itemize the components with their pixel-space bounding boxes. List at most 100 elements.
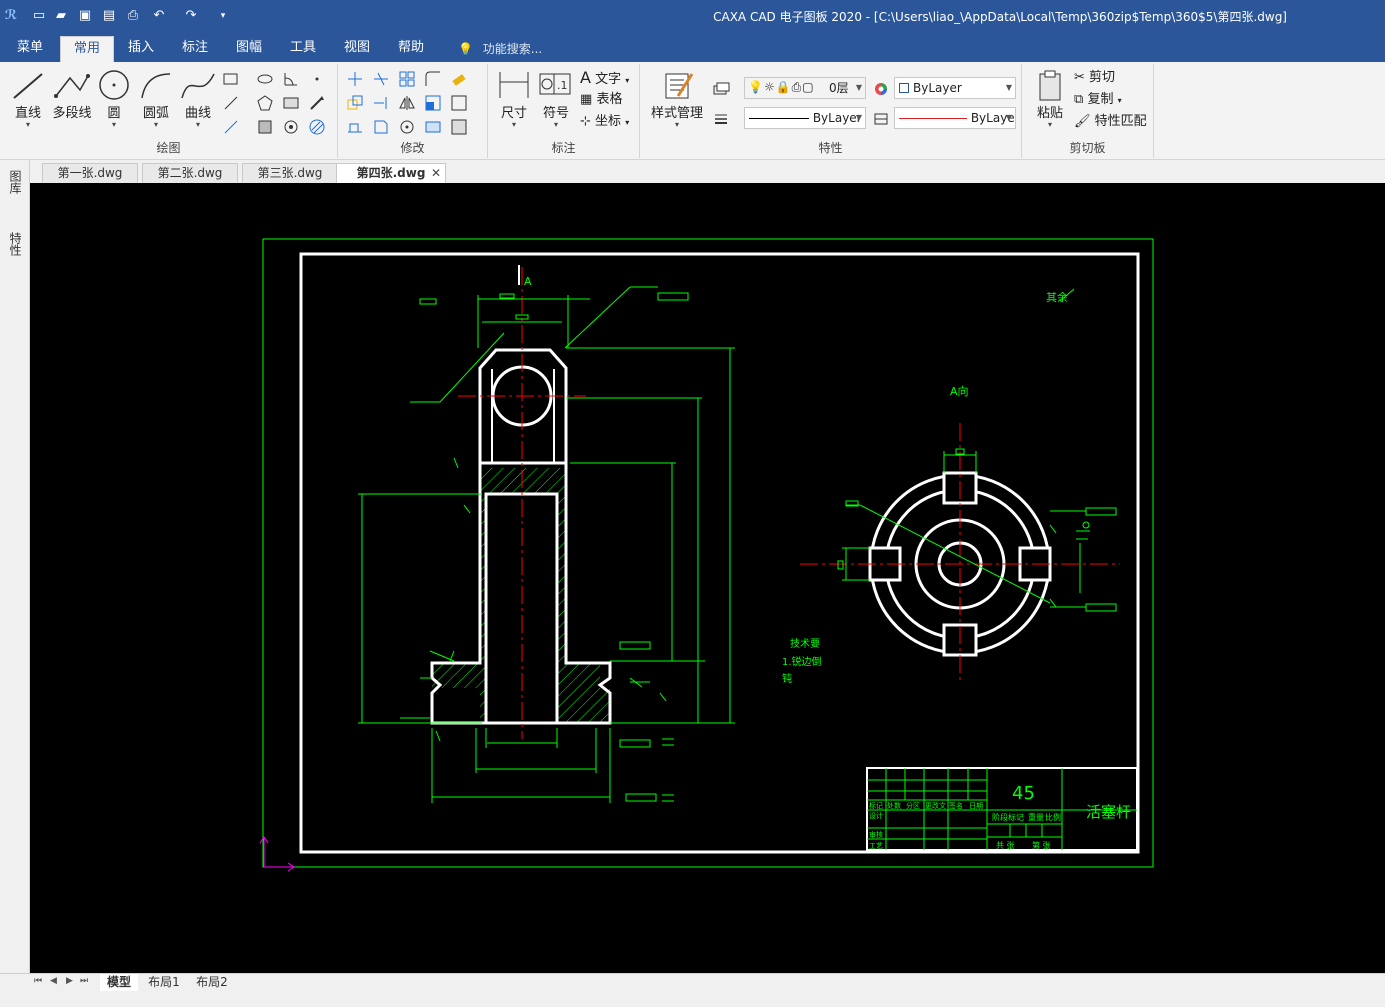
stretch-icon[interactable]	[346, 118, 364, 136]
doc-tab-2[interactable]: 第二张.dwg	[142, 163, 238, 183]
text-label: 文字	[595, 72, 622, 87]
lightbulb-icon: 💡	[458, 42, 473, 56]
properties-panel-tab[interactable]: 特性	[6, 232, 24, 256]
tab-sheet[interactable]: 图幅	[226, 36, 272, 62]
centerline-icon[interactable]	[282, 94, 300, 112]
hatch-line-icon[interactable]	[222, 94, 240, 112]
tab-tools[interactable]: 工具	[280, 36, 326, 62]
menu-bar: 菜单 常用 插入 标注 图幅 工具 视图 帮助 💡 功能搜索...	[0, 32, 1385, 62]
rectangle-icon[interactable]	[222, 70, 240, 88]
dimension-label: 尺寸	[500, 106, 527, 121]
save-icon[interactable]: ▣	[76, 6, 94, 26]
offset-icon[interactable]	[372, 118, 390, 136]
linetype-value: ByLayer	[812, 111, 862, 125]
copy-button[interactable]: ⧉ 复制 ▾	[1074, 90, 1122, 110]
tab-help[interactable]: 帮助	[388, 36, 434, 62]
spline-icon	[181, 73, 215, 99]
polyline-button[interactable]: 多段线	[50, 68, 94, 128]
move-icon[interactable]	[346, 70, 364, 88]
close-icon[interactable]: ✕	[431, 164, 441, 182]
draw-group: 直线 ▾ 多段线 圆 ▾ 圆弧 ▾ 曲线 ▾ 绘图	[0, 64, 338, 158]
tab-insert[interactable]: 插入	[118, 36, 164, 62]
save-as-icon[interactable]: ▤	[100, 6, 118, 26]
doc-tab-3[interactable]: 第三张.dwg	[242, 163, 338, 183]
document-tabs: 第一张.dwg 第二张.dwg 第三张.dwg 第四张.dwg ✕	[30, 160, 1385, 183]
ellipse-icon[interactable]	[256, 70, 274, 88]
scale-icon[interactable]	[424, 94, 442, 112]
layer-select[interactable]: 0层 ▼	[744, 77, 866, 99]
caxa-logo-icon[interactable]: ℛ	[2, 6, 20, 26]
paste-button[interactable]: 粘贴 ▾	[1028, 68, 1072, 129]
library-panel-tab[interactable]: 图库	[6, 170, 24, 194]
tb-review: 审核	[869, 830, 883, 839]
chamfer-icon[interactable]	[450, 94, 468, 112]
rotate-icon[interactable]	[398, 118, 416, 136]
edit-icon[interactable]	[450, 118, 468, 136]
circle-button[interactable]: 圆 ▾	[92, 68, 136, 129]
lineweight-select[interactable]: ByLaye ▼	[894, 107, 1016, 129]
first-page-icon[interactable]: ⏮	[34, 976, 42, 986]
customize-icon[interactable]: ▾	[214, 6, 232, 26]
dimension-button[interactable]: 尺寸 ▾	[492, 68, 536, 129]
eraser-icon[interactable]	[450, 70, 468, 88]
color-swatch-icon	[899, 83, 909, 93]
text-button[interactable]: A 文字 ▾	[580, 68, 629, 88]
style-manager-button[interactable]: 样式管理 ▾	[646, 68, 708, 129]
next-page-icon[interactable]: ▶	[66, 976, 73, 986]
color-select[interactable]: ByLayer ▼	[894, 77, 1016, 99]
last-page-icon[interactable]: ⏭	[80, 976, 88, 986]
annotate-group: 尺寸 ▾ .1 符号 ▾ A 文字 ▾ ▦ 表格 ⊹ 坐标 ▾ 标注	[488, 64, 640, 158]
layout-tab-1[interactable]: 布局1	[144, 974, 184, 991]
tab-annotate[interactable]: 标注	[172, 36, 218, 62]
window-title: CAXA CAD 电子图板 2020 - [C:\Users\liao_\App…	[713, 10, 1287, 24]
prev-page-icon[interactable]: ◀	[50, 976, 57, 986]
cut-button[interactable]: ✂ 剪切	[1074, 68, 1115, 88]
layer-manager-icon[interactable]	[712, 80, 730, 98]
tab-view[interactable]: 视图	[334, 36, 380, 62]
mirror-icon[interactable]	[398, 94, 416, 112]
doc-tab-1[interactable]: 第一张.dwg	[42, 163, 138, 183]
polygon-icon[interactable]	[256, 94, 274, 112]
copy-object-icon[interactable]	[346, 94, 364, 112]
block-icon[interactable]	[256, 118, 274, 136]
chevron-down-icon: ▼	[855, 83, 862, 92]
array-icon[interactable]	[398, 70, 416, 88]
line-button[interactable]: 直线 ▾	[6, 68, 50, 129]
feature-search[interactable]: 💡 功能搜索...	[458, 40, 542, 57]
doc-tab-4[interactable]: 第四张.dwg ✕	[336, 163, 446, 183]
construction-line-icon[interactable]	[222, 118, 240, 136]
arc-button[interactable]: 圆弧 ▾	[134, 68, 178, 129]
curve-button[interactable]: 曲线 ▾	[176, 68, 220, 129]
line-width-icon[interactable]	[712, 110, 730, 128]
point-icon[interactable]	[308, 70, 326, 88]
tab-common[interactable]: 常用	[60, 36, 114, 62]
layout-tab-model[interactable]: 模型	[100, 974, 138, 991]
undo-icon[interactable]: ↶	[150, 6, 168, 26]
linetype-select[interactable]: ByLayer ▼	[744, 107, 866, 129]
dimension-angle-icon[interactable]	[282, 70, 300, 88]
fillet-icon[interactable]	[424, 70, 442, 88]
trim-icon[interactable]	[372, 70, 390, 88]
table-button[interactable]: ▦ 表格	[580, 90, 622, 110]
gear-icon[interactable]	[282, 118, 300, 136]
new-file-icon[interactable]: ▭	[30, 6, 48, 26]
extend-icon[interactable]	[372, 94, 390, 112]
open-folder-icon[interactable]: ▰	[52, 6, 70, 26]
layout-tab-2[interactable]: 布局2	[192, 974, 232, 991]
style-manager-icon	[665, 73, 694, 99]
arrow-icon[interactable]	[308, 94, 326, 112]
symbol-button[interactable]: .1 符号 ▾	[534, 68, 578, 129]
coordinate-button[interactable]: ⊹ 坐标 ▾	[580, 112, 629, 132]
tb-sign: 签名	[949, 801, 963, 810]
match-properties-button[interactable]: 🖌 特性匹配	[1074, 112, 1147, 132]
print-icon[interactable]: ⎙	[124, 6, 142, 26]
arc-icon	[141, 73, 171, 99]
line-pattern-icon[interactable]	[872, 110, 890, 128]
explode-icon[interactable]	[424, 118, 442, 136]
drawing-canvas[interactable]: A 其余 A向 技术要 1.锐边倒 钝 45 活塞杆 标记 处数 分区 更改文 …	[30, 183, 1385, 973]
hatch-fill-icon[interactable]	[308, 118, 326, 136]
color-wheel-icon[interactable]	[872, 80, 890, 98]
redo-icon[interactable]: ↷	[182, 6, 200, 26]
chevron-down-icon: ▼	[855, 113, 862, 122]
tab-menu[interactable]: 菜单	[8, 36, 52, 62]
